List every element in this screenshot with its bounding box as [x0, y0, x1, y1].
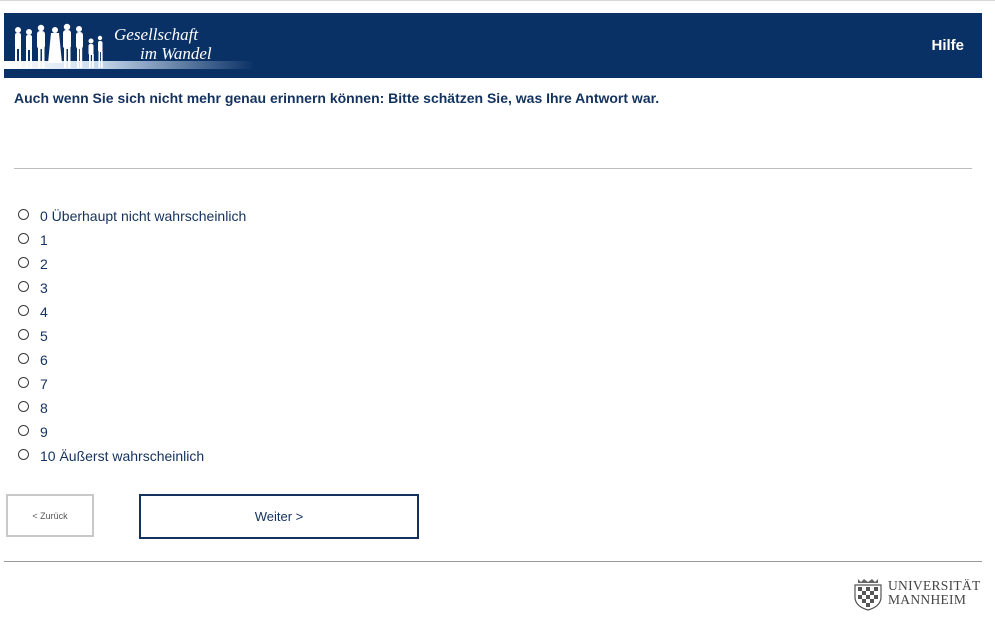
radio-button[interactable]: [18, 352, 29, 364]
divider: [14, 168, 972, 169]
radio-button[interactable]: [18, 448, 29, 460]
option-8[interactable]: 8: [18, 396, 246, 420]
footer-divider: [4, 561, 982, 562]
header-banner: Gesellschaft im Wandel Hilfe: [4, 13, 982, 78]
university-logo: UNIVERSITÄT MANNHEIM: [851, 575, 981, 611]
logo-line-2: im Wandel: [140, 44, 212, 63]
question-text: Auch wenn Sie sich nicht mehr genau erin…: [14, 90, 660, 106]
option-0[interactable]: 0 Überhaupt nicht wahrscheinlich: [18, 204, 246, 228]
option-4[interactable]: 4: [18, 300, 246, 324]
option-7[interactable]: 7: [18, 372, 246, 396]
help-link[interactable]: Hilfe: [931, 37, 964, 54]
radio-button[interactable]: [18, 376, 29, 388]
radio-button[interactable]: [18, 328, 29, 340]
university-line-2: MANNHEIM: [888, 592, 967, 607]
radio-button[interactable]: [18, 280, 29, 292]
option-label: 4: [40, 304, 48, 320]
top-border: [0, 0, 995, 1]
option-1[interactable]: 1: [18, 228, 246, 252]
option-label: 1: [40, 232, 48, 248]
option-label: 8: [40, 400, 48, 416]
option-3[interactable]: 3: [18, 276, 246, 300]
option-label: 9: [40, 424, 48, 440]
option-label: 2: [40, 256, 48, 272]
university-line-1: UNIVERSITÄT: [888, 578, 981, 593]
option-9[interactable]: 9: [18, 420, 246, 444]
answer-options: 0 Überhaupt nicht wahrscheinlich 1 2 3 4…: [18, 204, 246, 468]
option-6[interactable]: 6: [18, 348, 246, 372]
university-name: UNIVERSITÄT MANNHEIM: [888, 579, 981, 607]
logo-line-1: Gesellschaft: [114, 25, 199, 44]
logo-wordmark: Gesellschaft im Wandel: [114, 25, 212, 63]
radio-button[interactable]: [18, 208, 29, 220]
radio-button[interactable]: [18, 256, 29, 268]
next-button[interactable]: Weiter >: [139, 494, 419, 539]
radio-button[interactable]: [18, 400, 29, 412]
back-button[interactable]: < Zurück: [6, 494, 94, 537]
option-label: 6: [40, 352, 48, 368]
option-2[interactable]: 2: [18, 252, 246, 276]
radio-button[interactable]: [18, 304, 29, 316]
option-label: 3: [40, 280, 48, 296]
radio-button[interactable]: [18, 424, 29, 436]
option-label: 5: [40, 328, 48, 344]
radio-button[interactable]: [18, 232, 29, 244]
mannheim-crest-icon: [854, 579, 882, 611]
people-silhouettes-icon: [15, 23, 103, 68]
option-5[interactable]: 5: [18, 324, 246, 348]
option-10[interactable]: 10 Äußerst wahrscheinlich: [18, 444, 246, 468]
option-label: 7: [40, 376, 48, 392]
option-label: 10 Äußerst wahrscheinlich: [40, 448, 205, 464]
option-label: 0 Überhaupt nicht wahrscheinlich: [40, 208, 247, 224]
